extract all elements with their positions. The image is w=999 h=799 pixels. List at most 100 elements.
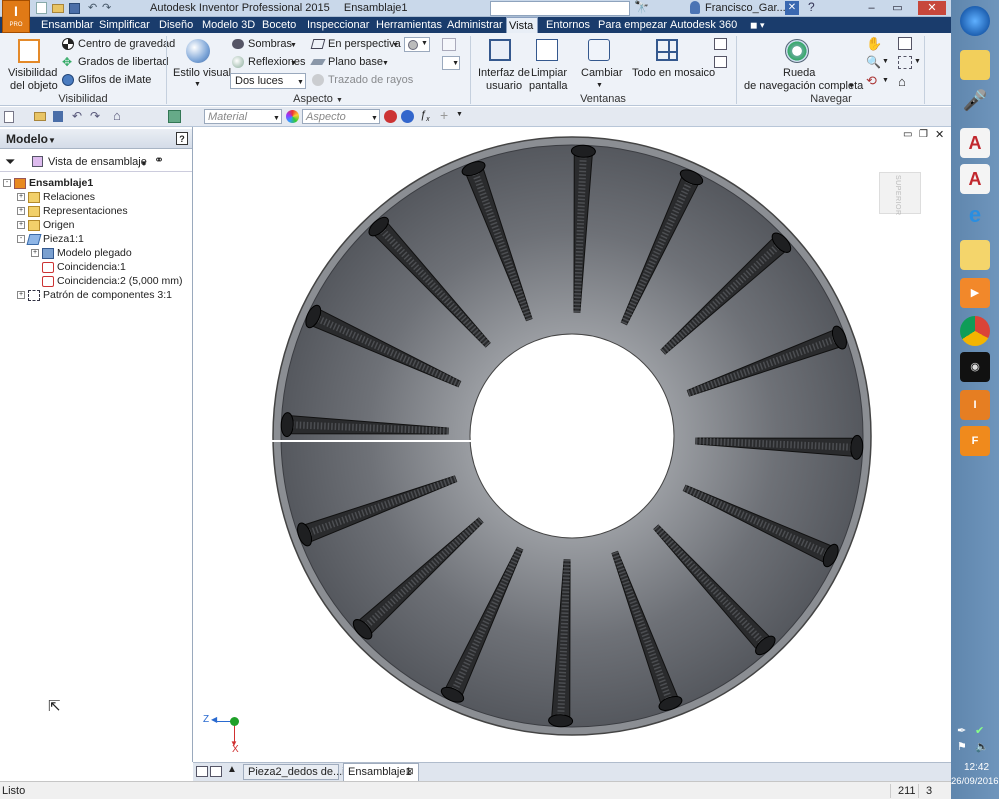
tile-docs-icon[interactable] <box>196 766 208 777</box>
estilo-visual-button[interactable]: Estilo visual ▼ <box>170 36 231 92</box>
tab-autodesk-360[interactable]: Autodesk 360 <box>668 17 739 33</box>
browser-help-icon[interactable]: ? <box>176 132 188 145</box>
tab-para-empezar[interactable]: Para empezar <box>596 17 669 33</box>
lighting-style-select[interactable]: Dos luces ▼ <box>230 73 306 89</box>
graphics-viewport[interactable]: ▭ ❐ ✕ SUPERIOR ▼ Z ◀ X <box>193 127 951 762</box>
select-icon[interactable] <box>168 110 181 123</box>
browser-menu-chevron-icon[interactable]: ▼ <box>48 134 56 147</box>
tab-modelo-3d[interactable]: Modelo 3D <box>200 17 257 33</box>
redo-icon[interactable]: ↷ <box>102 1 111 14</box>
audio-icon[interactable]: ◉ <box>960 352 990 382</box>
filter-icon[interactable]: ⏷ <box>5 154 15 170</box>
tree-expander-icon[interactable]: - <box>3 179 11 188</box>
tree-item[interactable]: + Origen <box>17 218 75 232</box>
tab-simplificar[interactable]: Simplificar <box>97 17 152 33</box>
tree-expander-icon[interactable]: + <box>17 193 25 202</box>
internet-explorer-icon[interactable]: e <box>960 200 990 230</box>
tree-item[interactable]: Coincidencia:1 <box>31 260 126 274</box>
close-icon[interactable]: ✕ <box>918 1 946 15</box>
search-input[interactable] <box>490 1 630 16</box>
binoculars-icon[interactable]: 🔭 <box>634 0 649 14</box>
grid-dropdown-icon[interactable]: ▼ <box>442 56 460 70</box>
network-icon[interactable]: ✔ <box>975 724 984 737</box>
settings-square-icon[interactable] <box>442 38 456 51</box>
function-icon[interactable]: ƒx <box>420 109 430 123</box>
zoom-icon[interactable]: 🔍 <box>866 55 881 69</box>
doc-tab-close-icon[interactable]: ⊠ <box>406 766 414 777</box>
todo-en-mosaico-button[interactable]: Todo en mosaico <box>630 36 715 92</box>
tree-item[interactable]: + Modelo plegado <box>31 246 132 260</box>
cambiar-button[interactable]: Cambiar ▼ <box>578 36 624 92</box>
tree-expander-icon[interactable]: + <box>17 221 25 230</box>
reflexiones-button[interactable]: Reflexiones ▼ <box>230 55 305 70</box>
clock-time[interactable]: 12:42 <box>964 762 989 773</box>
home-view-icon[interactable]: ⌂ <box>898 74 906 89</box>
new-window-icon[interactable] <box>714 56 727 68</box>
material-select[interactable]: Material ▼ <box>204 109 282 124</box>
maximize-icon[interactable]: ▭ <box>890 1 905 15</box>
tab-inspeccionar[interactable]: Inspeccionar <box>305 17 371 33</box>
zoom-all-icon[interactable] <box>898 56 912 69</box>
file-explorer-icon[interactable] <box>960 240 990 270</box>
tree-item[interactable]: + Relaciones <box>17 190 95 204</box>
user-name[interactable]: Francisco_Gar... <box>705 2 786 14</box>
doc-tab-ensamblaje1[interactable]: Ensamblaje1 ⊠ <box>343 763 419 781</box>
tab-ensamblar[interactable]: Ensamblar <box>39 17 96 33</box>
media-player-icon[interactable]: ▶ <box>960 278 990 308</box>
tree-item[interactable]: - Ensamblaje1 <box>3 176 93 190</box>
browser-view-chevron-icon[interactable]: ▼ <box>140 157 148 170</box>
inventor-pro-logo[interactable]: I PRO <box>2 0 30 33</box>
appearance-ball-icon[interactable] <box>286 110 299 123</box>
rueda-navegacion-button[interactable]: Rueda de navegación completa ▼ <box>742 36 863 92</box>
tree-item[interactable]: + Patrón de componentes 3:1 <box>17 288 172 302</box>
clear-appearance-icon[interactable] <box>384 110 397 123</box>
sombras-button[interactable]: Sombras ▼ <box>230 37 302 52</box>
open-doc-icon[interactable] <box>34 112 46 121</box>
new-icon[interactable] <box>36 2 47 14</box>
look-at-icon[interactable] <box>898 37 912 50</box>
notes-icon[interactable] <box>960 50 990 80</box>
interfaz-de-usuario-button[interactable]: Interfaz de usuario <box>476 36 530 92</box>
tab-entornos[interactable]: Entornos <box>544 17 592 33</box>
microphone-icon[interactable]: 🎤 <box>960 88 990 118</box>
viewcube[interactable]: SUPERIOR <box>879 172 921 216</box>
customize-toolbar-icon[interactable]: ▼ <box>456 111 463 118</box>
home-small-icon[interactable]: ⌂ <box>113 108 121 123</box>
user-icon[interactable] <box>690 1 700 14</box>
undo-icon[interactable]: ↶ <box>88 1 97 14</box>
tree-expander-icon[interactable]: + <box>17 207 25 216</box>
adjust-icon[interactable] <box>401 110 414 123</box>
ground-plane-toggle[interactable]: ▼ <box>404 37 430 52</box>
en-perspectiva-button[interactable]: En perspectiva ▼ <box>310 37 401 52</box>
inventor-pro-icon[interactable]: I <box>960 390 990 420</box>
pen-icon[interactable]: ✒ <box>957 724 966 737</box>
centro-de-gravedad-button[interactable]: Centro de gravedad <box>60 37 175 52</box>
autocad-red-icon[interactable]: A <box>960 164 990 194</box>
open-icon[interactable] <box>52 4 64 13</box>
tab-herramientas[interactable]: Herramientas <box>374 17 444 33</box>
help-x-icon[interactable]: ✕ <box>785 1 799 15</box>
cascade-docs-icon[interactable] <box>210 766 222 777</box>
tree-item[interactable]: - Pieza1:1 <box>17 232 84 246</box>
ribbon-display-toggle-icon[interactable]: ◼ ▾ <box>748 17 767 33</box>
undo-small-icon[interactable]: ↶ <box>72 109 82 123</box>
tree-expander-icon[interactable]: + <box>31 249 39 258</box>
new-doc-icon[interactable] <box>4 111 14 123</box>
tab-vista[interactable]: Vista <box>506 17 538 33</box>
pan-icon[interactable]: ✋ <box>866 36 882 52</box>
volume-icon[interactable]: 🔈 <box>975 740 989 753</box>
tab-boceto[interactable]: Boceto <box>260 17 298 33</box>
tab-administrar[interactable]: Administrar <box>445 17 505 33</box>
autocad-icon[interactable]: A <box>960 128 990 158</box>
orbit-icon[interactable]: ⟲ <box>866 73 877 89</box>
tab-diseno[interactable]: Diseño <box>157 17 195 33</box>
help-icon[interactable]: ? <box>808 0 815 14</box>
cascade-icon[interactable] <box>714 38 727 50</box>
view-options-icon[interactable] <box>32 156 43 167</box>
save-doc-icon[interactable] <box>53 111 63 122</box>
find-binoculars-icon[interactable]: ⚭ <box>154 154 164 167</box>
visibilidad-del-objeto-button[interactable]: Visibilidad del objeto <box>6 36 58 92</box>
flag-icon[interactable]: ⚑ <box>957 740 967 753</box>
doc-tab-pieza2[interactable]: Pieza2_dedos de...ipt <box>243 764 354 780</box>
limpiar-pantalla-button[interactable]: Limpiar pantalla <box>528 36 568 92</box>
